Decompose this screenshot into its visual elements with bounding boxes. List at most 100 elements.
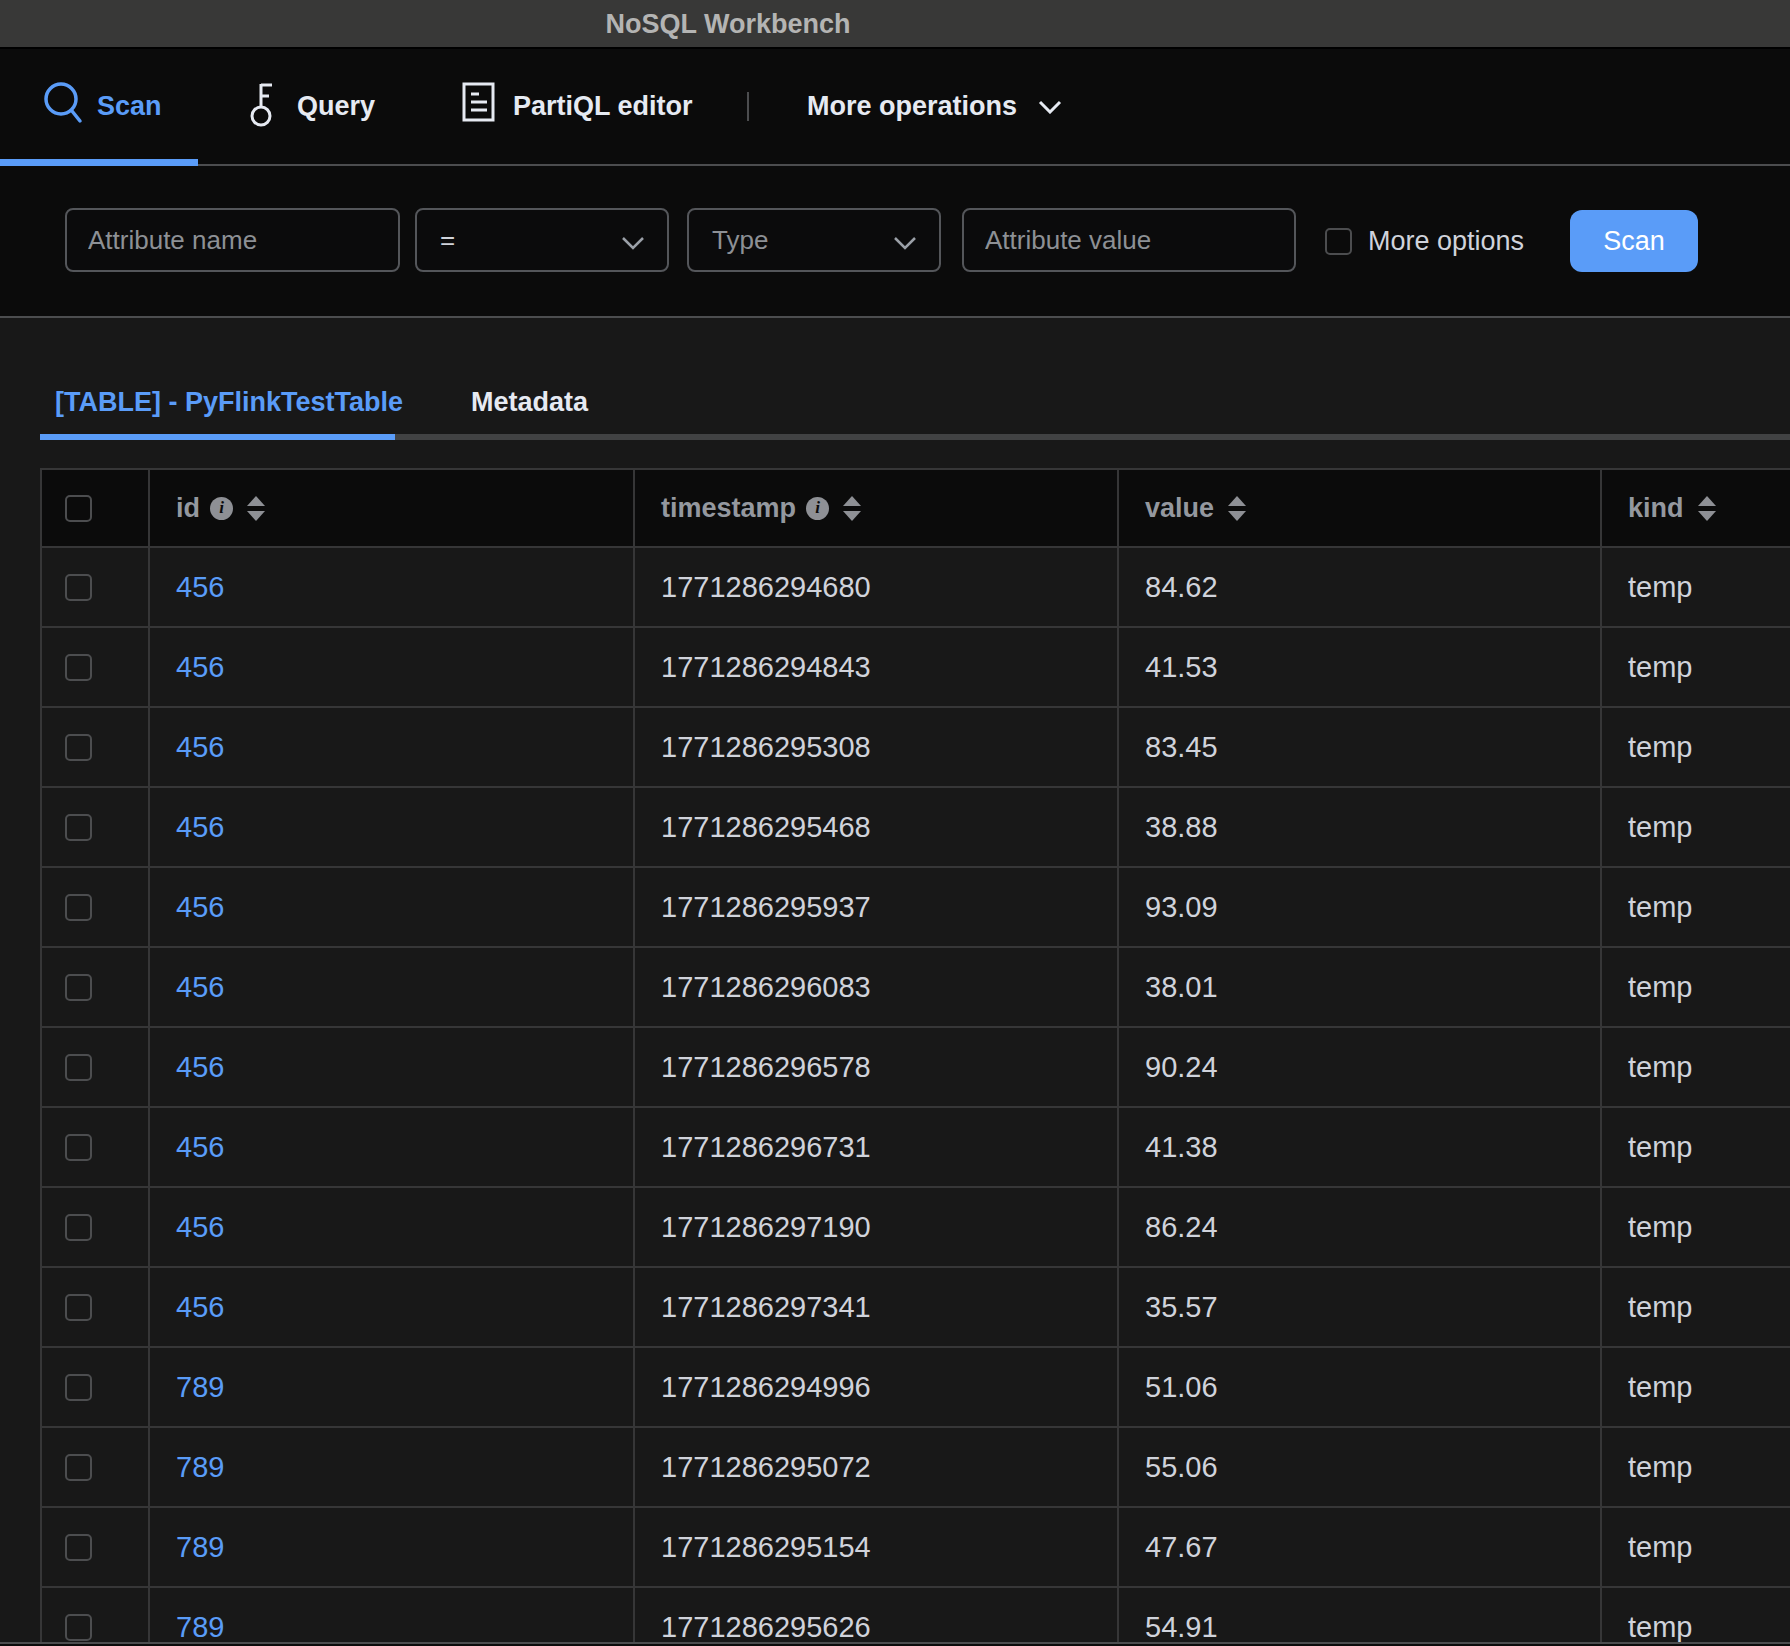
- table-row: 456 1771286297341 35.57 temp: [42, 1268, 1790, 1348]
- scan-button[interactable]: Scan: [1570, 210, 1698, 272]
- operator-value: =: [440, 225, 455, 256]
- tabs-underline-track: [40, 434, 1790, 440]
- row-id-link[interactable]: 456: [176, 891, 224, 924]
- column-header-timestamp[interactable]: timestamp: [661, 493, 796, 524]
- active-tab-underline: [0, 159, 198, 166]
- row-timestamp: 1771286295468: [661, 811, 871, 844]
- row-timestamp: 1771286295937: [661, 891, 871, 924]
- row-kind: temp: [1628, 811, 1692, 844]
- window-bottom-edge: [0, 1642, 1790, 1646]
- row-id-link[interactable]: 456: [176, 731, 224, 764]
- column-header-kind[interactable]: kind: [1628, 493, 1684, 524]
- row-timestamp: 1771286294843: [661, 651, 871, 684]
- row-checkbox[interactable]: [65, 734, 92, 761]
- table-row: 456 1771286296731 41.38 temp: [42, 1108, 1790, 1188]
- row-timestamp: 1771286296578: [661, 1051, 871, 1084]
- row-checkbox[interactable]: [65, 894, 92, 921]
- row-timestamp: 1771286295072: [661, 1451, 871, 1484]
- row-timestamp: 1771286294680: [661, 571, 871, 604]
- column-header-value[interactable]: value: [1145, 493, 1214, 524]
- row-timestamp: 1771286296731: [661, 1131, 871, 1164]
- tab-metadata[interactable]: Metadata: [471, 370, 588, 434]
- row-checkbox[interactable]: [65, 1534, 92, 1561]
- table-row: 789 1771286295154 47.67 temp: [42, 1508, 1790, 1588]
- table-row: 456 1771286295468 38.88 temp: [42, 788, 1790, 868]
- row-value: 41.38: [1145, 1131, 1218, 1164]
- more-options-checkbox[interactable]: [1325, 228, 1352, 255]
- row-value: 51.06: [1145, 1371, 1218, 1404]
- row-value: 38.88: [1145, 811, 1218, 844]
- row-id-link[interactable]: 789: [176, 1611, 224, 1644]
- tabs-divider: [747, 92, 749, 121]
- row-checkbox[interactable]: [65, 1614, 92, 1641]
- row-timestamp: 1771286295308: [661, 731, 871, 764]
- row-kind: temp: [1628, 1611, 1692, 1644]
- row-id-link[interactable]: 789: [176, 1531, 224, 1564]
- sort-icon[interactable]: [842, 496, 862, 521]
- row-id-link[interactable]: 456: [176, 1211, 224, 1244]
- row-timestamp: 1771286296083: [661, 971, 871, 1004]
- row-timestamp: 1771286297190: [661, 1211, 871, 1244]
- table-body: 456 1771286294680 84.62 temp 456 1771286…: [42, 548, 1790, 1646]
- row-id-link[interactable]: 456: [176, 1131, 224, 1164]
- table-row: 456 1771286296578 90.24 temp: [42, 1028, 1790, 1108]
- table-header-row: id i timestamp i value: [42, 470, 1790, 548]
- row-id-link[interactable]: 789: [176, 1451, 224, 1484]
- table-row: 456 1771286296083 38.01 temp: [42, 948, 1790, 1028]
- row-id-link[interactable]: 456: [176, 971, 224, 1004]
- sort-icon[interactable]: [246, 496, 266, 521]
- row-value: 93.09: [1145, 891, 1218, 924]
- sort-icon[interactable]: [1697, 496, 1717, 521]
- column-header-id[interactable]: id: [176, 493, 200, 524]
- info-icon[interactable]: i: [210, 497, 233, 520]
- attribute-value-input[interactable]: [962, 208, 1296, 272]
- row-id-link[interactable]: 456: [176, 571, 224, 604]
- row-checkbox[interactable]: [65, 1134, 92, 1161]
- row-kind: temp: [1628, 651, 1692, 684]
- row-kind: temp: [1628, 1371, 1692, 1404]
- table-row: 456 1771286294680 84.62 temp: [42, 548, 1790, 628]
- row-kind: temp: [1628, 571, 1692, 604]
- window-title: NoSQL Workbench: [605, 8, 850, 39]
- tab-scan[interactable]: Scan: [97, 49, 162, 164]
- row-value: 83.45: [1145, 731, 1218, 764]
- row-checkbox[interactable]: [65, 1294, 92, 1321]
- type-select[interactable]: Type: [687, 208, 941, 272]
- row-value: 35.57: [1145, 1291, 1218, 1324]
- type-placeholder: Type: [712, 225, 768, 256]
- tab-query[interactable]: Query: [297, 49, 375, 164]
- chevron-down-icon: [1038, 100, 1062, 114]
- sort-icon[interactable]: [1227, 496, 1247, 521]
- row-value: 84.62: [1145, 571, 1218, 604]
- info-icon[interactable]: i: [806, 497, 829, 520]
- more-operations-menu[interactable]: More operations: [807, 49, 1017, 164]
- row-id-link[interactable]: 456: [176, 651, 224, 684]
- row-id-link[interactable]: 789: [176, 1371, 224, 1404]
- search-icon: [44, 81, 84, 125]
- row-checkbox[interactable]: [65, 1454, 92, 1481]
- row-checkbox[interactable]: [65, 974, 92, 1001]
- tab-partiql-editor[interactable]: PartiQL editor: [513, 49, 693, 164]
- table-row: 456 1771286294843 41.53 temp: [42, 628, 1790, 708]
- row-checkbox[interactable]: [65, 1054, 92, 1081]
- row-checkbox[interactable]: [65, 574, 92, 601]
- operator-select[interactable]: =: [415, 208, 669, 272]
- row-value: 90.24: [1145, 1051, 1218, 1084]
- tab-table-pyflinktesttable[interactable]: [TABLE] - PyFlinkTestTable: [55, 370, 403, 434]
- results-table: id i timestamp i value: [40, 468, 1790, 1646]
- select-all-checkbox[interactable]: [65, 495, 92, 522]
- row-value: 38.01: [1145, 971, 1218, 1004]
- table-row: 789 1771286295626 54.91 temp: [42, 1588, 1790, 1646]
- row-timestamp: 1771286297341: [661, 1291, 871, 1324]
- row-checkbox[interactable]: [65, 1214, 92, 1241]
- row-id-link[interactable]: 456: [176, 1051, 224, 1084]
- attribute-name-input[interactable]: [65, 208, 400, 272]
- scan-filter-bar: = Type More options Scan: [0, 166, 1790, 318]
- row-kind: temp: [1628, 1451, 1692, 1484]
- row-checkbox[interactable]: [65, 1374, 92, 1401]
- row-checkbox[interactable]: [65, 654, 92, 681]
- row-checkbox[interactable]: [65, 814, 92, 841]
- row-id-link[interactable]: 456: [176, 811, 224, 844]
- row-value: 41.53: [1145, 651, 1218, 684]
- row-id-link[interactable]: 456: [176, 1291, 224, 1324]
